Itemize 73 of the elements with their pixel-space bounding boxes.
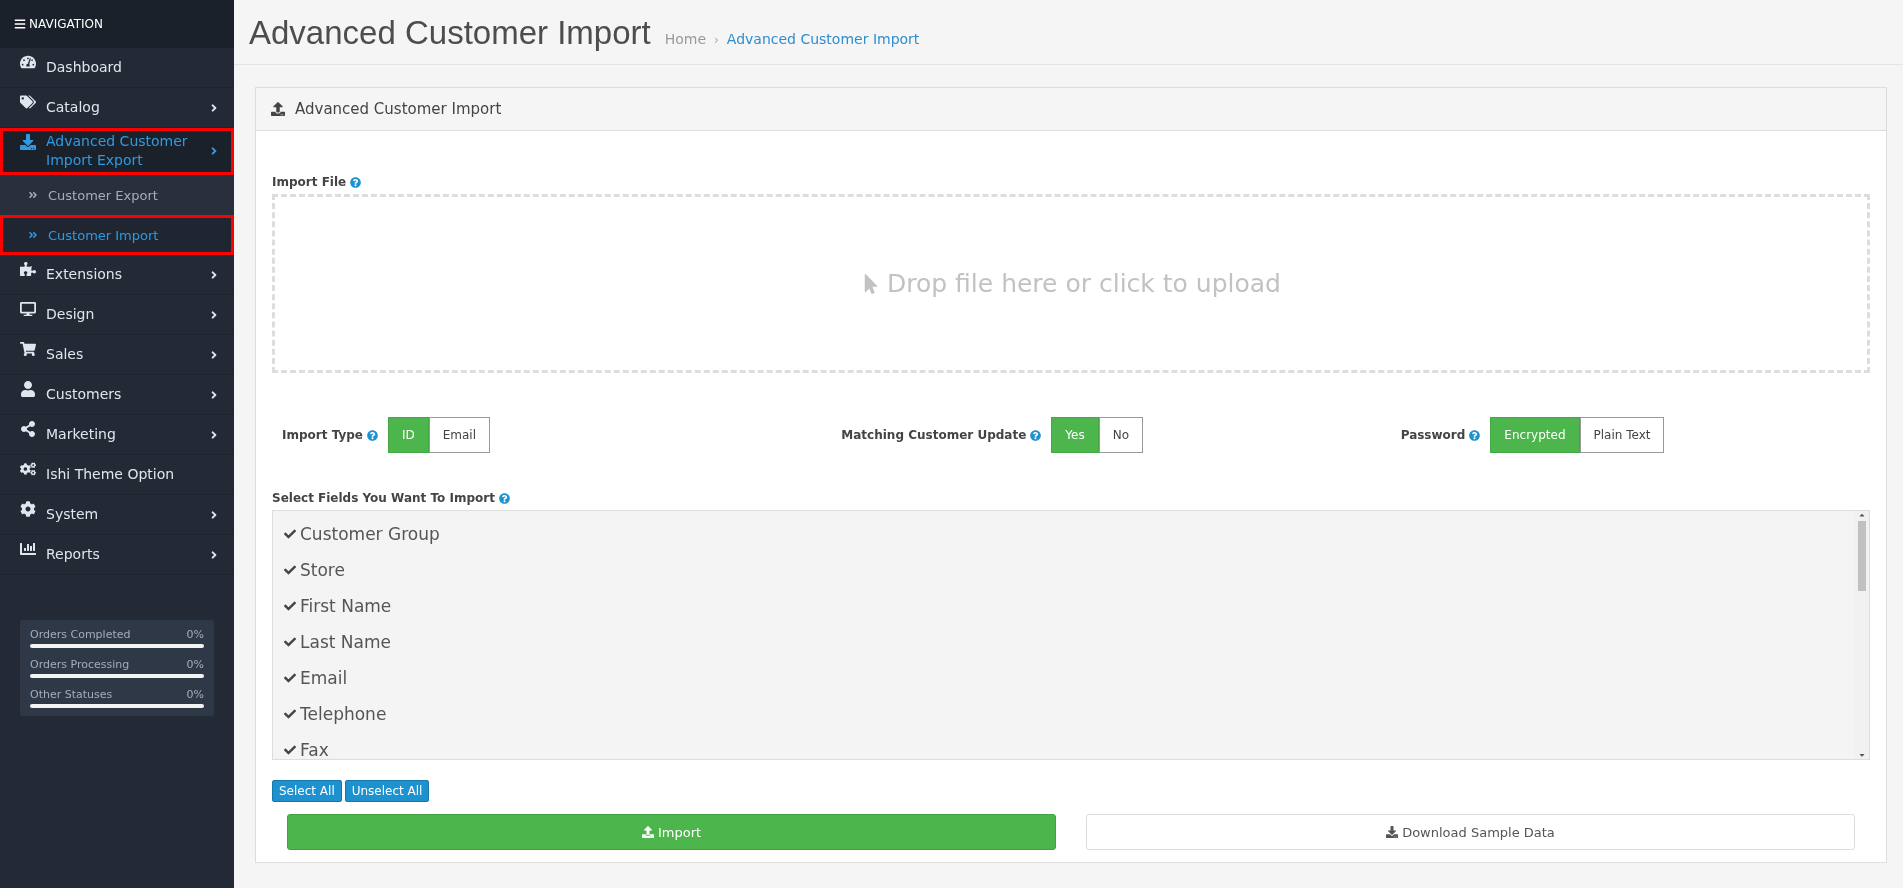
- nav-item[interactable]: Marketing: [0, 415, 234, 455]
- upload-icon: [271, 102, 285, 116]
- stat-label: Orders Completed: [30, 628, 131, 641]
- page-title: Advanced Customer Import: [249, 14, 651, 52]
- stat-reading: 0%: [186, 658, 204, 671]
- checkbox[interactable]: [283, 527, 296, 541]
- nav-item[interactable]: Customers: [0, 375, 234, 415]
- dashboard-icon: [20, 54, 36, 70]
- bar-chart-icon: [20, 541, 36, 557]
- select-button[interactable]: Unselect All: [344, 780, 430, 802]
- stat-label: Orders Processing: [30, 658, 130, 671]
- checkbox[interactable]: [283, 635, 296, 649]
- dropzone-text: Drop file here or click to upload: [887, 269, 1281, 298]
- field-checkbox[interactable]: Store: [283, 557, 1844, 583]
- field-label: Import File: [272, 175, 347, 189]
- upload-icon: [641, 826, 654, 838]
- scroll-down-icon: [1857, 751, 1866, 759]
- checkbox[interactable]: [283, 671, 296, 685]
- toggle-option[interactable]: Email: [428, 417, 491, 453]
- stat-label: Other Statuses: [30, 688, 113, 701]
- field-label: Import Type: [282, 428, 363, 442]
- help-icon[interactable]: [1030, 429, 1042, 441]
- gears-icon: [20, 461, 36, 477]
- checkbox[interactable]: [283, 743, 296, 757]
- nav-item[interactable]: System: [0, 495, 234, 535]
- help-icon[interactable]: [350, 176, 362, 188]
- nav-item[interactable]: Sales: [0, 335, 234, 375]
- nav-item[interactable]: Extensions: [0, 255, 234, 295]
- checkbox[interactable]: [283, 707, 296, 721]
- puzzle-icon: [20, 261, 36, 277]
- checkbox[interactable]: [283, 599, 296, 613]
- nav-subitem[interactable]: Customer Export: [0, 175, 234, 215]
- scroll-thumb[interactable]: [1857, 521, 1866, 591]
- gear-icon: [20, 501, 36, 517]
- nav-item[interactable]: Reports: [0, 535, 234, 575]
- share-icon: [20, 421, 36, 437]
- double-chevron-icon: [28, 230, 38, 240]
- download-button[interactable]: Download Sample Data: [1086, 814, 1855, 850]
- nav-item[interactable]: Advanced Customer Import Export: [0, 128, 234, 175]
- nav-item[interactable]: Ishi Theme Option: [0, 455, 234, 495]
- nav-item[interactable]: Design: [0, 295, 234, 335]
- panel-title: Advanced Customer Import: [295, 100, 502, 118]
- field-checkbox[interactable]: Customer Group: [283, 521, 1844, 547]
- toggle-option[interactable]: Plain Text: [1579, 417, 1665, 453]
- stat-reading: 0%: [186, 628, 204, 641]
- checkbox[interactable]: [283, 563, 296, 577]
- field-label: Password: [1400, 428, 1466, 442]
- double-chevron-icon: [28, 190, 38, 200]
- stat-reading: 0%: [186, 688, 204, 701]
- monitor-icon: [20, 301, 36, 317]
- cart-icon: [20, 341, 36, 357]
- field-checkbox[interactable]: First Name: [283, 593, 1844, 619]
- field-checkbox[interactable]: Fax: [283, 737, 1844, 759]
- scroll-up-icon: [1857, 511, 1866, 519]
- field-checkbox[interactable]: Email: [283, 665, 1844, 691]
- select-button[interactable]: Select All: [272, 780, 342, 802]
- field-label: Matching Customer Update: [841, 428, 1027, 442]
- nav-title: NAVIGATION: [29, 17, 104, 31]
- user-icon: [20, 381, 36, 397]
- help-icon[interactable]: [1469, 429, 1481, 441]
- field-checkbox[interactable]: Telephone: [283, 701, 1844, 727]
- tags-icon: [20, 94, 36, 110]
- field-label: Select Fields You Want To Import: [272, 491, 495, 505]
- help-icon[interactable]: [366, 429, 378, 441]
- nav-subitem[interactable]: Customer Import: [0, 215, 234, 255]
- help-icon[interactable]: [498, 492, 510, 504]
- breadcrumb-separator: ›: [714, 33, 719, 47]
- menu-icon[interactable]: [14, 18, 26, 30]
- nav-item[interactable]: Dashboard: [0, 48, 234, 88]
- download-icon: [20, 134, 36, 150]
- field-checkbox[interactable]: Last Name: [283, 629, 1844, 655]
- download-icon: [1386, 826, 1399, 838]
- toggle-option[interactable]: No: [1098, 417, 1143, 453]
